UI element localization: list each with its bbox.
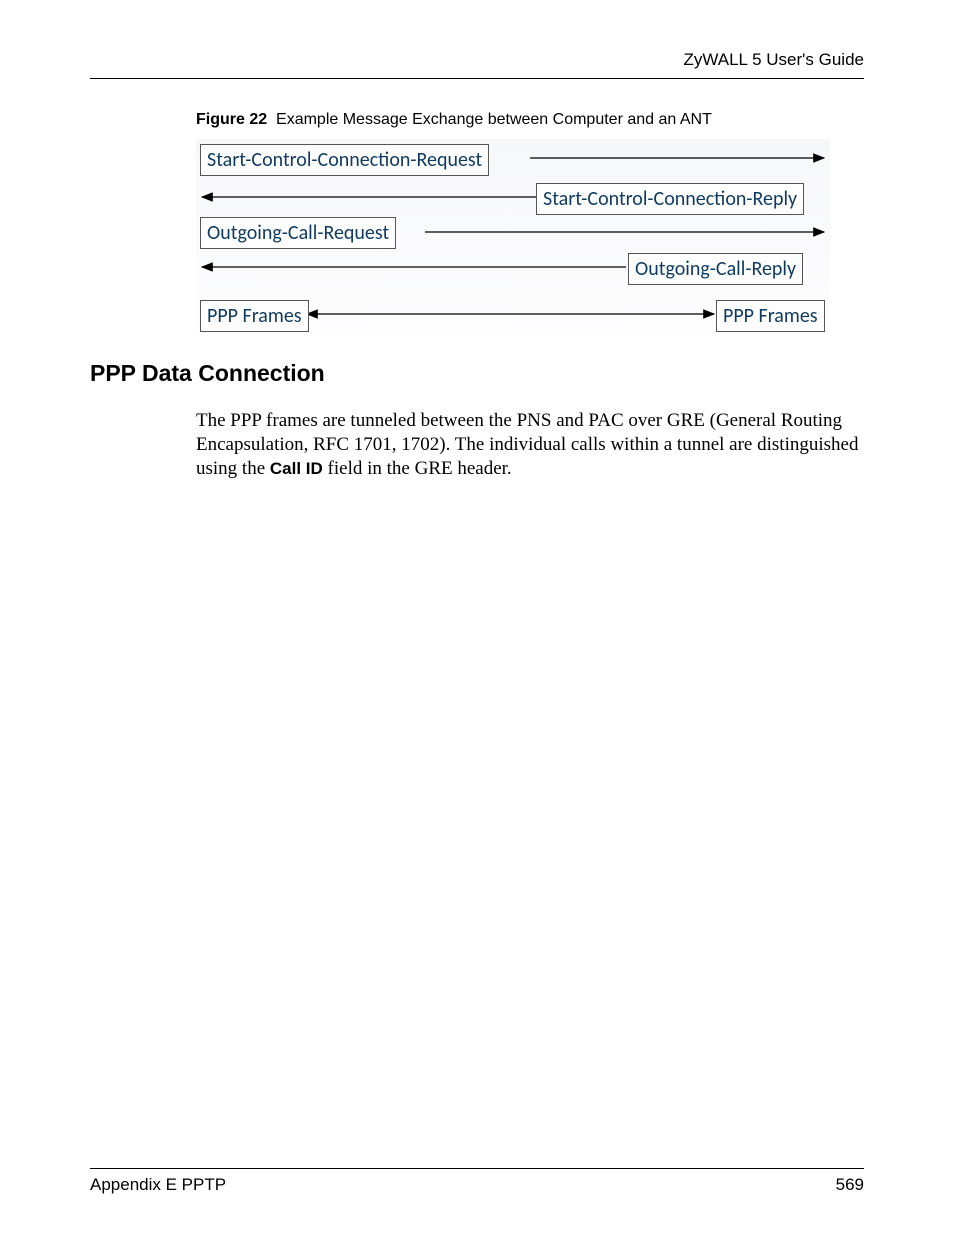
section-paragraph: The PPP frames are tunneled between the … [196,409,864,480]
footer-page-number: 569 [836,1175,864,1195]
guide-title: ZyWALL 5 User's Guide [683,50,864,69]
sccr-request-box: Start-Control-Connection-Request [200,144,489,176]
message-exchange-diagram: Start-Control-Connection-Request Start-C… [196,139,830,332]
ocr-reply-box: Outgoing-Call-Reply [628,253,803,285]
footer-appendix: Appendix E PPTP [90,1175,226,1195]
ocr-request-box: Outgoing-Call-Request [200,217,396,249]
page-footer: Appendix E PPTP 569 [90,1168,864,1195]
figure-caption: Figure 22 Example Message Exchange betwe… [196,111,864,129]
section-heading: PPP Data Connection [90,360,864,387]
paragraph-post: field in the GRE header. [323,458,512,479]
page-header: ZyWALL 5 User's Guide [90,50,864,79]
figure-caption-text: Example Message Exchange between Compute… [276,111,712,128]
ppp-frames-left-box: PPP Frames [200,300,309,332]
figure-label: Figure 22 [196,111,267,128]
call-id-term: Call ID [270,459,323,478]
ppp-frames-right-box: PPP Frames [716,300,825,332]
sccr-reply-box: Start-Control-Connection-Reply [536,183,804,215]
